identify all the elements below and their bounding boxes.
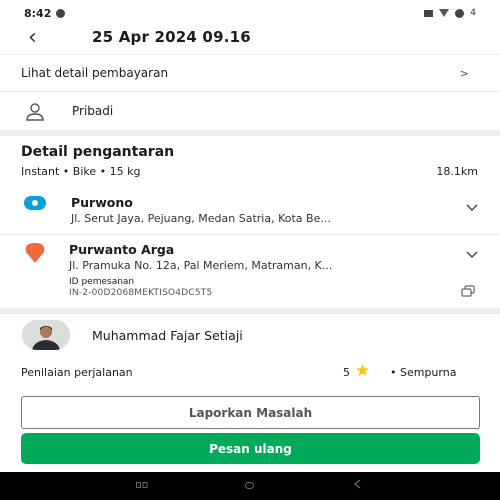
chevron-right-icon: > bbox=[459, 66, 469, 80]
origin-name: Purwono bbox=[71, 195, 133, 210]
rating-label: Penilaian perjalanan bbox=[21, 366, 133, 379]
payment-detail-link[interactable]: Lihat detail pembayaran > bbox=[0, 54, 500, 92]
avatar bbox=[22, 320, 70, 350]
battery-level: 4 bbox=[470, 8, 476, 18]
app-header: ‹ 25 Apr 2024 09.16 bbox=[0, 26, 500, 52]
destination-pin-icon bbox=[25, 243, 45, 263]
home-icon[interactable] bbox=[245, 482, 254, 489]
wifi-icon bbox=[439, 9, 450, 17]
rating-value: 5 bbox=[343, 366, 350, 379]
status-time: 8:42 bbox=[24, 6, 52, 20]
notification-icon bbox=[56, 8, 66, 18]
recent-apps-icon[interactable] bbox=[136, 482, 148, 488]
system-nav-bar bbox=[0, 472, 500, 500]
delivery-section-title: Detail pengantaran bbox=[21, 144, 175, 160]
copy-icon[interactable] bbox=[461, 285, 475, 297]
destination-name: Purwanto Arga bbox=[69, 242, 175, 257]
driver-name: Muhammad Fajar Setiaji bbox=[92, 328, 243, 343]
driver-photo bbox=[22, 320, 70, 350]
chevron-down-icon[interactable] bbox=[466, 203, 478, 214]
profile-label: Pribadi bbox=[72, 104, 114, 118]
order-id-label: ID pemesanan bbox=[69, 277, 135, 287]
rating-text: • Sempurna bbox=[390, 366, 457, 379]
back-icon[interactable]: ‹ bbox=[28, 26, 37, 50]
payment-detail-label: Lihat detail pembayaran bbox=[21, 66, 169, 80]
system-back-icon[interactable] bbox=[353, 479, 361, 489]
driver-row: Muhammad Fajar Setiaji bbox=[0, 318, 500, 352]
service-info: Instant • Bike • 15 kg bbox=[21, 165, 141, 178]
origin-address: Jl. Serut Jaya, Pejuang, Medan Satria, K… bbox=[71, 212, 331, 225]
battery-icon bbox=[455, 8, 465, 18]
person-icon bbox=[26, 103, 44, 121]
distance: 18.1km bbox=[436, 165, 478, 178]
origin-pin-icon bbox=[24, 196, 46, 210]
reorder-button[interactable]: Pesan ulang bbox=[21, 433, 480, 464]
section-separator bbox=[0, 130, 500, 136]
chevron-down-icon[interactable] bbox=[466, 250, 478, 261]
section-separator bbox=[0, 308, 500, 314]
order-id: IN-2-00D2068MEKTISO4DC5T5 bbox=[69, 288, 213, 298]
star-icon: ★ bbox=[355, 361, 371, 381]
sim-icon bbox=[424, 9, 434, 17]
status-icons: 4 bbox=[424, 8, 476, 18]
page-title: 25 Apr 2024 09.16 bbox=[92, 28, 251, 46]
profile-row: Pribadi bbox=[0, 92, 500, 130]
report-problem-button[interactable]: Laporkan Masalah bbox=[21, 396, 480, 429]
destination-address: Jl. Pramuka No. 12a, Pal Meriem, Matrama… bbox=[69, 259, 333, 272]
divider bbox=[0, 234, 500, 235]
status-bar: 8:42 4 bbox=[0, 0, 500, 26]
